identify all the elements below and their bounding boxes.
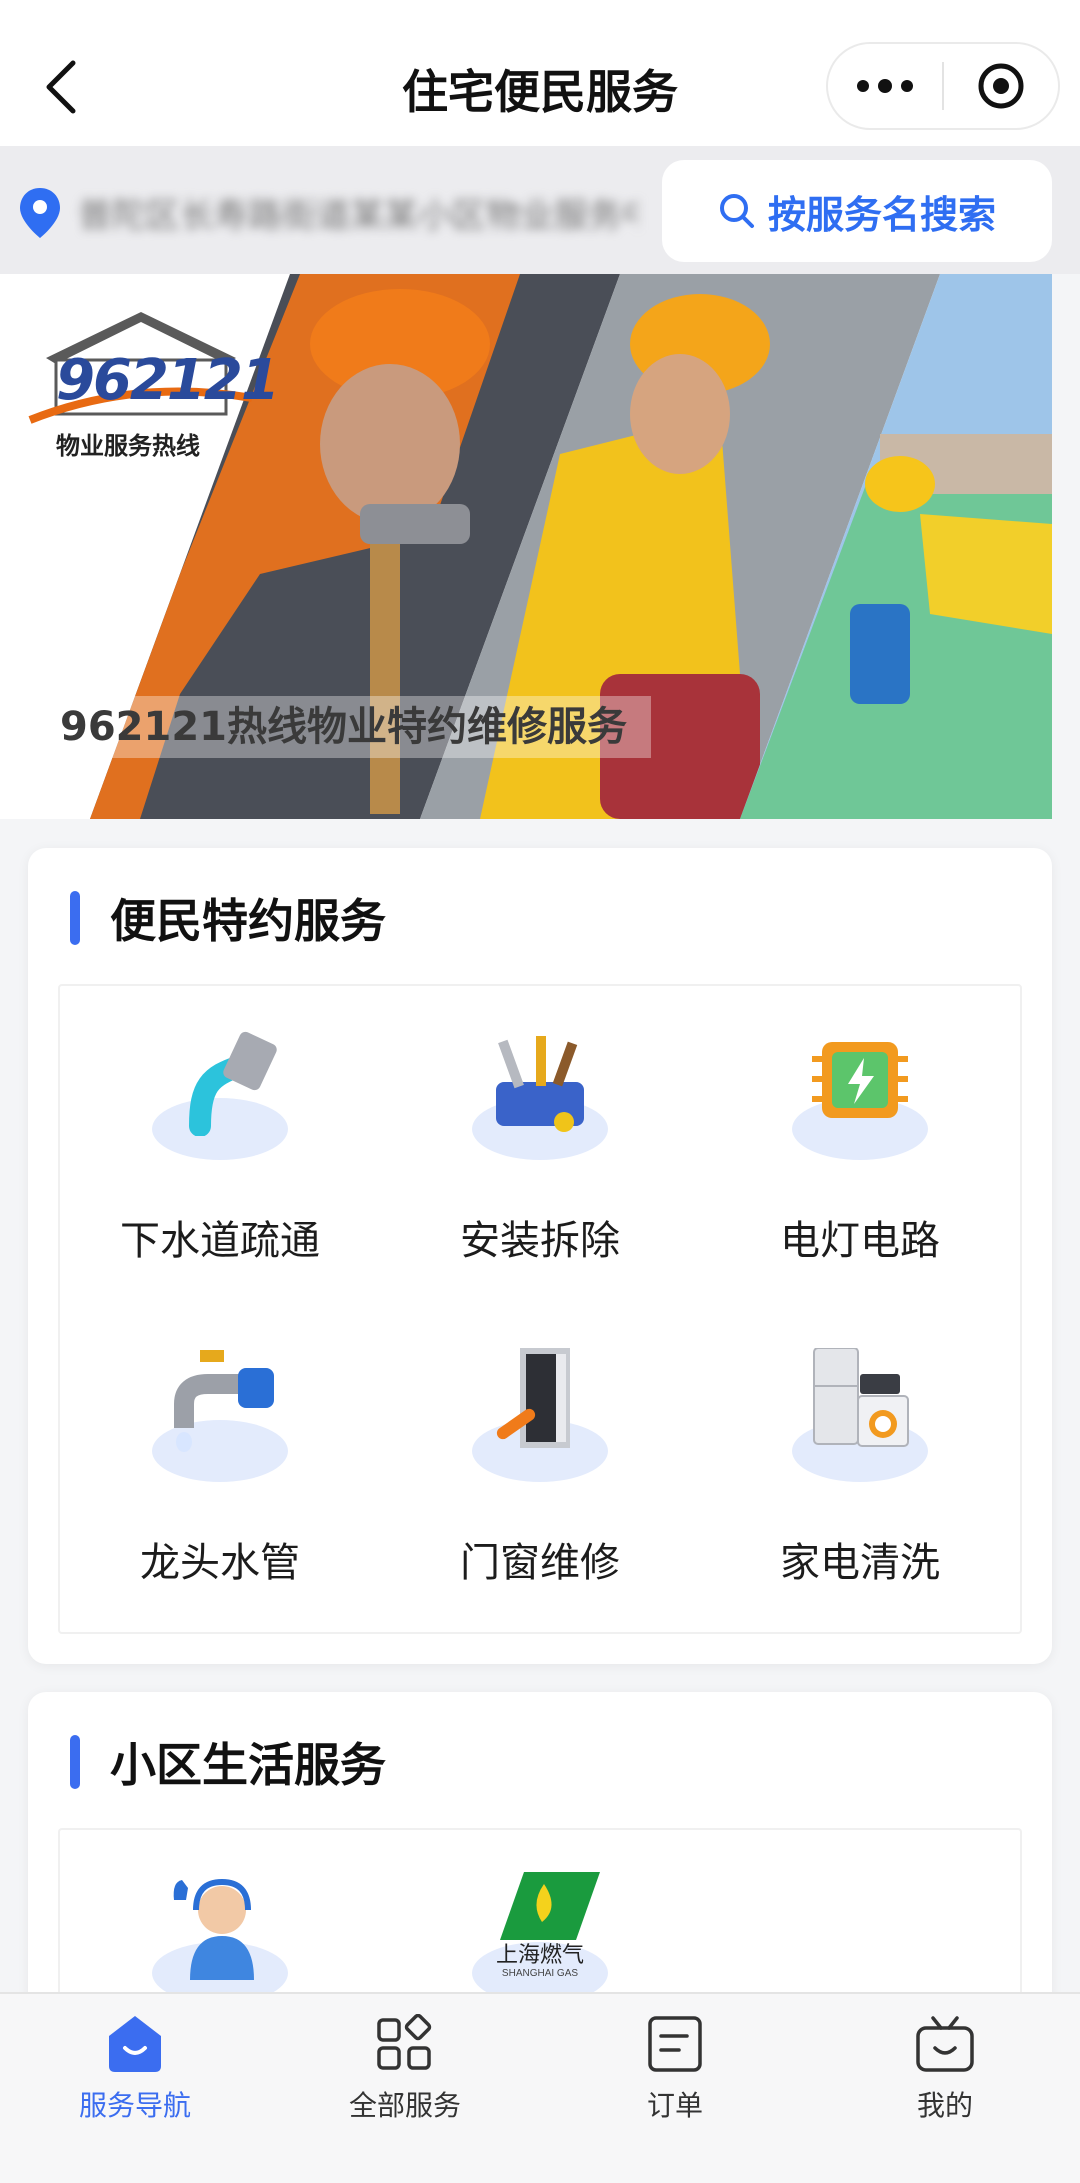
service-label: 龙头水管 [140,1540,300,1586]
tv-smile-icon [916,2016,974,2072]
more-dots-icon [857,79,913,93]
faucet-icon [174,1350,274,1452]
gas-logo-subtext: SHANGHAI GAS [502,1968,578,1979]
convenience-services-card: 便民特约服务 下水道疏通 安装拆除 电灯电路 龙头水管 门窗维修 家电清洗 [28,848,1052,1664]
gas-logo-text: 上海燃气 [496,1942,584,1967]
miniprogram-capsule [826,42,1060,130]
tab-orders[interactable]: 订单 [540,2008,810,2128]
search-button-label: 按服务名搜索 [767,192,996,237]
tab-service-navigation[interactable]: 服务导航 [0,2008,270,2128]
tab-mine[interactable]: 我的 [810,2008,1080,2128]
service-tile-door-window[interactable]: 门窗维修 [380,1308,700,1628]
service-label: 家电清洗 [780,1540,940,1586]
circuit-chip-icon [812,1042,908,1118]
grid-apps-icon [377,2014,432,2070]
door-screwdriver-icon [496,1348,570,1448]
banner-caption: 962121热线物业特约维修服务 [50,696,651,758]
shanghai-gas-logo: 上海燃气 SHANGHAI GAS [496,1872,600,1979]
tab-label: 服务导航 [78,2089,191,2122]
banner-image[interactable]: 962121 物业服务热线 962121热线物业特约维修服务 [0,274,1052,819]
tab-label: 我的 [916,2089,973,2122]
section-header: 便民特约服务 [70,888,386,948]
service-label: 安装拆除 [460,1218,620,1264]
service-tile-electrical[interactable]: 电灯电路 [700,986,1020,1306]
location-pin-icon [20,188,60,238]
tab-label: 全部服务 [348,2089,461,2122]
community-services-card: 小区生活服务 上海燃气 SHANGHAI GAS [28,1692,1052,2048]
close-miniprogram-button[interactable] [944,44,1058,128]
service-tile-drain[interactable]: 下水道疏通 [60,986,380,1306]
search-button[interactable]: 按服务名搜索 [662,160,1052,262]
service-tile-faucet[interactable]: 龙头水管 [60,1308,380,1628]
more-button[interactable] [828,44,942,128]
service-grid: 下水道疏通 安装拆除 电灯电路 龙头水管 门窗维修 家电清洗 [58,984,1022,1634]
section-accent-bar [70,891,80,945]
customer-service-icon [173,1878,254,1980]
hotline-logo: 962121 物业服务热线 [26,308,280,460]
section-title: 便民特约服务 [110,894,386,948]
navigation-header: 住宅便民服务 [0,0,1080,146]
service-label: 电灯电路 [780,1218,940,1264]
search-icon [719,194,754,228]
tab-all-services[interactable]: 全部服务 [270,2008,540,2128]
order-list-icon [648,2016,702,2072]
appliances-icon [813,1348,909,1447]
service-tile-install[interactable]: 安装拆除 [380,986,700,1306]
target-circle-icon [978,63,1024,109]
toolbox-icon [496,1036,584,1132]
logo-number: 962121 [56,348,280,413]
section-accent-bar [70,1735,80,1789]
section-header: 小区生活服务 [70,1732,386,1792]
service-tile-appliance-cleaning[interactable]: 家电清洗 [700,1308,1020,1628]
home-smile-icon [109,2016,161,2072]
location-address[interactable]: 普陀区长寿路街道某某小区物业服务中心地址 [78,188,638,232]
section-title: 小区生活服务 [110,1738,386,1792]
bottom-tab-bar: 服务导航 全部服务 订单 我的 [0,1992,1080,2183]
service-label: 下水道疏通 [120,1218,320,1264]
logo-subtitle: 物业服务热线 [56,431,200,460]
service-label: 门窗维修 [460,1540,620,1586]
drain-pipe-icon [189,1031,277,1136]
tab-label: 订单 [646,2089,703,2122]
